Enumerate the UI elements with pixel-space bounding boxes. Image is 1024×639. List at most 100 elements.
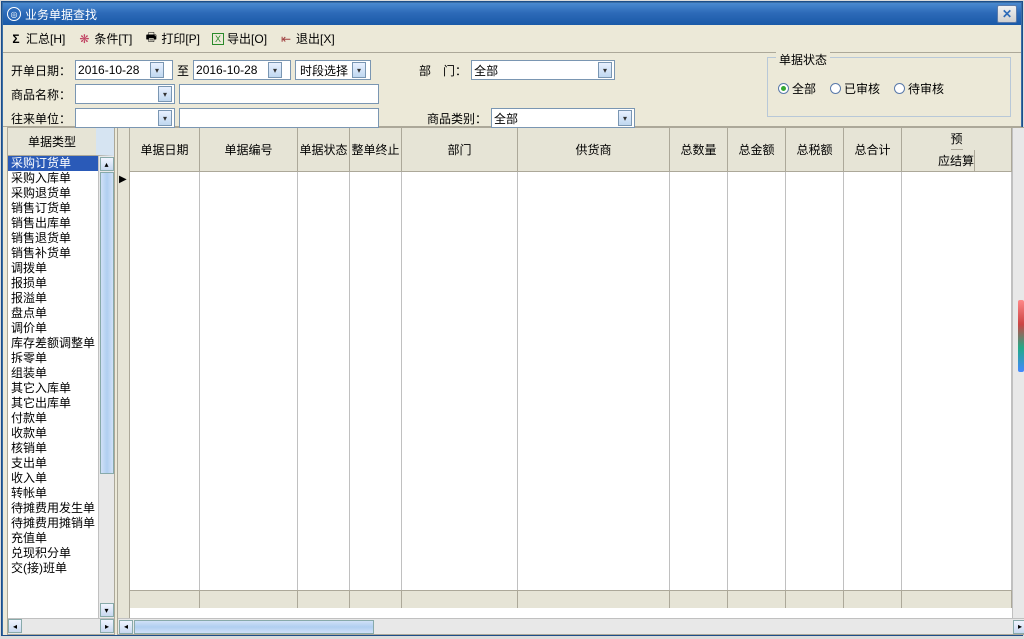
date-to-input[interactable]: ▾ [193,60,291,80]
column-header[interactable]: 总合计 [844,128,902,172]
chevron-down-icon[interactable]: ▾ [598,62,612,78]
column-header[interactable]: 总税额 [786,128,844,172]
name-input[interactable] [179,84,379,104]
sidebar-item[interactable]: 待摊费用发生单 [8,501,98,516]
scroll-right-icon[interactable]: ▸ [1013,620,1024,634]
sidebar-item[interactable]: 盘点单 [8,306,98,321]
sidebar-item[interactable]: 组装单 [8,366,98,381]
sidebar-item[interactable]: 核销单 [8,441,98,456]
column-header[interactable]: 总数量 [670,128,728,172]
chevron-down-icon[interactable]: ▾ [150,62,164,78]
status-all-radio[interactable]: 全部 [778,80,816,97]
sidebar-item[interactable]: 其它入库单 [8,381,98,396]
chevron-down-icon[interactable]: ▾ [158,110,172,126]
dept-label: 部 门： [419,62,467,79]
grid-vscroll[interactable] [1012,128,1024,618]
grid-hscroll[interactable]: ◂ ▸ [118,618,1024,634]
right-edge-indicator [1018,300,1024,372]
column-header[interactable]: 整单终止 [350,128,402,172]
sidebar-item[interactable]: 付款单 [8,411,98,426]
column-header[interactable]: 单据日期 [130,128,200,172]
scroll-down-icon[interactable]: ▾ [100,603,114,617]
summary-button[interactable]: Σ 汇总[H] [9,30,65,47]
date-from-input[interactable]: ▾ [75,60,173,80]
sidebar-item[interactable]: 销售订货单 [8,201,98,216]
name-label: 商品名称： [11,86,71,103]
data-grid: ▶ 单据日期单据编号单据状态整单终止部门供货商总数量总金额总税额总合计预应结算 … [117,127,1024,635]
print-button[interactable]: 🖶 打印[P] [144,30,200,47]
scroll-thumb[interactable] [134,620,374,634]
time-select-button[interactable]: 时段选择▾ [295,60,371,80]
column-header[interactable]: 供货商 [518,128,670,172]
toolbar: Σ 汇总[H] ❋ 条件[T] 🖶 打印[P] X 导出[O] ⇤ 退出[X] [3,25,1021,53]
status-pending-radio[interactable]: 待审核 [894,80,944,97]
export-label: 导出[O] [227,30,267,47]
sidebar-item[interactable]: 收款单 [8,426,98,441]
sidebar-item[interactable]: 兑现积分单 [8,546,98,561]
grid-footer [130,590,1012,608]
column-header[interactable]: 单据编号 [200,128,298,172]
sigma-icon: Σ [9,32,23,46]
status-groupbox: 单据状态 全部 已审核 待审核 [767,57,1011,117]
sidebar-item[interactable]: 待摊费用摊销单 [8,516,98,531]
sidebar-scrollbar[interactable]: ▴ ▾ [98,156,114,618]
row-indicator-gutter: ▶ [118,128,130,618]
scroll-thumb[interactable] [100,172,114,474]
sidebar-item[interactable]: 采购入库单 [8,171,98,186]
scroll-left-icon[interactable]: ◂ [8,619,22,633]
to-label: 至 [177,62,189,79]
filter-icon: ❋ [77,32,91,46]
sidebar-item[interactable]: 收入单 [8,471,98,486]
dept-combo[interactable]: 全部▾ [471,60,615,80]
sidebar-item[interactable]: 其它出库单 [8,396,98,411]
sidebar-item[interactable]: 采购退货单 [8,186,98,201]
exit-icon: ⇤ [279,32,293,46]
export-button[interactable]: X 导出[O] [212,30,267,47]
condition-button[interactable]: ❋ 条件[T] [77,30,132,47]
sidebar-item[interactable]: 调价单 [8,321,98,336]
chevron-down-icon[interactable]: ▾ [268,62,282,78]
filter-panel: 开单日期： ▾ 至 ▾ 时段选择▾ 部 门： 全部▾ 商品名称： ▾ 往来单位：… [3,53,1021,127]
column-header-group[interactable]: 预应结算 [902,128,1012,172]
grid-body[interactable] [130,172,1012,590]
status-approved-radio[interactable]: 已审核 [830,80,880,97]
sidebar-item[interactable]: 支出单 [8,456,98,471]
column-header[interactable]: 单据状态 [298,128,350,172]
status-legend: 单据状态 [776,51,830,68]
unit-input[interactable] [179,108,379,128]
name-combo[interactable]: ▾ [75,84,175,104]
sidebar-item[interactable]: 转帐单 [8,486,98,501]
sidebar-item[interactable]: 采购订货单 [8,156,98,171]
unit-combo[interactable]: ▾ [75,108,175,128]
date-label: 开单日期： [11,62,71,79]
chevron-down-icon[interactable]: ▾ [158,86,172,102]
condition-label: 条件[T] [94,30,132,47]
chevron-down-icon[interactable]: ▾ [618,110,632,126]
sidebar-item[interactable]: 拆零单 [8,351,98,366]
close-button[interactable]: ✕ [997,5,1017,23]
doc-type-sidebar: 单据类型 采购订货单采购入库单采购退货单销售订货单销售出库单销售退货单销售补货单… [7,127,115,635]
scroll-right-icon[interactable]: ▸ [100,619,114,633]
sidebar-item[interactable]: 报溢单 [8,291,98,306]
sidebar-item[interactable]: 交(接)班单 [8,561,98,576]
sidebar-item[interactable]: 报损单 [8,276,98,291]
column-header[interactable]: 总金额 [728,128,786,172]
scroll-up-icon[interactable]: ▴ [100,157,114,171]
printer-icon: 🖶 [144,32,158,46]
sidebar-header: 单据类型 [8,128,114,156]
chevron-down-icon[interactable]: ▾ [352,62,366,78]
sidebar-item[interactable]: 销售退货单 [8,231,98,246]
window-title: 业务单据查找 [25,6,997,23]
sidebar-item[interactable]: 销售补货单 [8,246,98,261]
app-icon: ◎ [7,7,21,21]
scroll-left-icon[interactable]: ◂ [119,620,133,634]
sidebar-item[interactable]: 充值单 [8,531,98,546]
sidebar-item[interactable]: 销售出库单 [8,216,98,231]
print-label: 打印[P] [161,30,200,47]
sidebar-item[interactable]: 调拨单 [8,261,98,276]
cat-combo[interactable]: 全部▾ [491,108,635,128]
column-header[interactable]: 部门 [402,128,518,172]
title-bar: ◎ 业务单据查找 ✕ [3,3,1021,25]
sidebar-item[interactable]: 库存差额调整单 [8,336,98,351]
exit-button[interactable]: ⇤ 退出[X] [279,30,335,47]
